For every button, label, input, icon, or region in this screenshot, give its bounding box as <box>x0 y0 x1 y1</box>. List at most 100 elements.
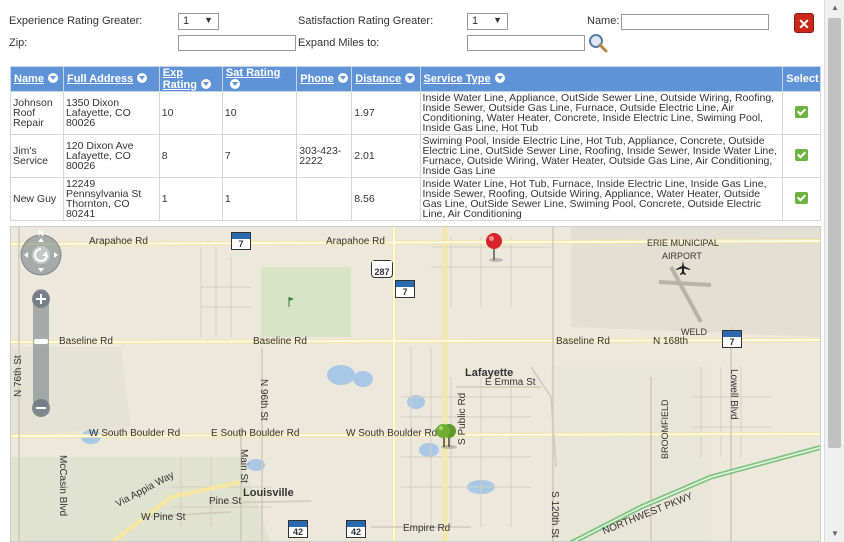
chevron-down-icon: ▼ <box>493 15 502 25</box>
header-label: Phone <box>300 73 334 85</box>
road-label: Baseline Rd <box>59 336 113 347</box>
place-label: Louisville <box>243 487 294 499</box>
cell-select <box>782 91 821 135</box>
cell-distance: 8.56 <box>351 177 421 221</box>
zip-input[interactable] <box>178 35 296 51</box>
cell-service: Inside Water Line, Appliance, OutSide Se… <box>419 91 784 135</box>
map-nav-controls: N <box>19 229 63 420</box>
table-header-row: Name Full Address Exp Rating Sat Rating … <box>10 66 821 92</box>
header-label: Sat Rating <box>225 67 281 79</box>
exp-rating-select[interactable]: 1 ▼ <box>178 13 219 30</box>
highway-shield: 7 <box>395 280 415 298</box>
sat-rating-value: 1 <box>472 15 479 27</box>
header-label: Exp Rating <box>162 67 197 91</box>
highway-shield: 7 <box>722 330 742 348</box>
cell-name: Jim's Service <box>10 134 64 178</box>
sat-rating-select[interactable]: 1 ▼ <box>467 13 508 30</box>
cell-address: 12249 Pennsylvania St Thornton, CO 80241 <box>62 177 160 221</box>
cell-select <box>782 177 821 221</box>
road-label: W South Boulder Rd <box>89 428 181 439</box>
name-label: Name: <box>587 15 620 27</box>
scroll-up-icon[interactable]: ▲ <box>825 0 844 16</box>
header-exp-rating[interactable]: Exp Rating <box>158 66 223 92</box>
place-label: WELD <box>681 327 708 337</box>
road-label: Pine St <box>209 496 242 507</box>
road-label: McCasin Blvd <box>57 455 68 517</box>
expand-miles-label: Expand Miles to: <box>298 37 380 49</box>
filter-panel: Experience Rating Greater: 1 ▼ Satisfact… <box>0 0 822 62</box>
sat-rating-label: Satisfaction Rating Greater: <box>298 15 434 27</box>
cell-sat: 1 <box>221 177 298 221</box>
select-check-icon[interactable] <box>795 149 809 161</box>
green-pin-marker[interactable] <box>432 420 462 450</box>
header-service-type[interactable]: Service Type <box>419 66 784 92</box>
select-check-icon[interactable] <box>795 192 809 204</box>
sort-icon <box>47 73 58 83</box>
header-label: Distance <box>355 73 402 85</box>
shield-number: 7 <box>238 239 244 249</box>
highway-shield: 42 <box>288 520 308 538</box>
header-sat-rating[interactable]: Sat Rating <box>221 66 298 92</box>
road-label: Empire Rd <box>403 523 451 534</box>
close-icon: ✕ <box>798 16 810 32</box>
expand-miles-input[interactable] <box>467 35 585 51</box>
cell-service: Swiming Pool, Inside Electric Line, Hot … <box>419 134 784 178</box>
highway-shield: 287 <box>371 260 393 278</box>
place-label: ERIE MUNICIPAL <box>647 238 719 248</box>
road-label: BROOMFIELD <box>660 399 670 459</box>
sort-icon <box>200 79 211 89</box>
name-input[interactable] <box>621 14 769 30</box>
table-row: New Guy 12249 Pennsylvania St Thornton, … <box>10 177 821 221</box>
cell-exp: 10 <box>158 91 223 135</box>
map-view[interactable]: Arapahoe Rd Arapahoe Rd Baseline Rd Base… <box>10 226 821 542</box>
header-name[interactable]: Name <box>10 66 64 92</box>
shield-number: 42 <box>292 527 303 537</box>
header-label: Full Address <box>66 73 134 85</box>
header-select: Select <box>782 66 821 92</box>
header-distance[interactable]: Distance <box>351 66 421 92</box>
chevron-down-icon: ▼ <box>204 15 213 25</box>
road-label: W South Boulder Rd <box>346 428 438 439</box>
highway-shield: 42 <box>346 520 366 538</box>
cell-sat: 7 <box>221 134 298 178</box>
highway-shield: 7 <box>231 232 251 250</box>
sort-icon <box>229 79 240 89</box>
select-check-icon[interactable] <box>795 106 809 118</box>
road-label: N 96th St <box>258 379 269 421</box>
red-pin-marker[interactable] <box>484 231 504 263</box>
header-address[interactable]: Full Address <box>62 66 160 92</box>
road-label: S 120th St <box>549 491 560 538</box>
cell-name: New Guy <box>10 177 64 221</box>
compass-north-label: N <box>38 229 44 238</box>
close-button[interactable]: ✕ <box>794 13 814 33</box>
shield-number: 7 <box>402 287 408 297</box>
cell-name: Johnson Roof Repair <box>10 91 64 135</box>
cell-phone: 303-423-2222 <box>296 134 353 178</box>
road-label: Arapahoe Rd <box>326 236 385 247</box>
road-label: N 168th <box>653 336 689 347</box>
cell-select <box>782 134 821 178</box>
scroll-down-icon[interactable]: ▼ <box>825 526 844 542</box>
header-phone[interactable]: Phone <box>296 66 353 92</box>
vertical-scrollbar[interactable]: ▲ ▼ <box>824 0 844 542</box>
header-label: Select <box>786 73 819 85</box>
search-icon[interactable] <box>587 33 609 53</box>
place-label: Lafayette <box>465 367 514 379</box>
table-row: Jim's Service 120 Dixon Ave Lafayette, C… <box>10 134 821 178</box>
cell-distance: 2.01 <box>351 134 421 178</box>
exp-rating-value: 1 <box>183 15 190 27</box>
cell-address: 120 Dixon Ave Lafayette, CO 80026 <box>62 134 160 178</box>
shield-number: 7 <box>729 337 735 347</box>
scroll-thumb[interactable] <box>828 18 841 448</box>
table-row: Johnson Roof Repair 1350 Dixon Lafayette… <box>10 91 821 135</box>
sort-icon <box>337 73 348 83</box>
sort-icon <box>494 73 505 83</box>
road-label: Main St <box>238 449 249 483</box>
cell-distance: 1.97 <box>351 91 421 135</box>
zip-label: Zip: <box>9 37 28 49</box>
cell-exp: 8 <box>158 134 223 178</box>
cell-phone <box>296 177 353 221</box>
shield-number: 287 <box>374 267 390 277</box>
cell-address: 1350 Dixon Lafayette, CO 80026 <box>62 91 160 135</box>
road-label: W Pine St <box>141 512 186 523</box>
